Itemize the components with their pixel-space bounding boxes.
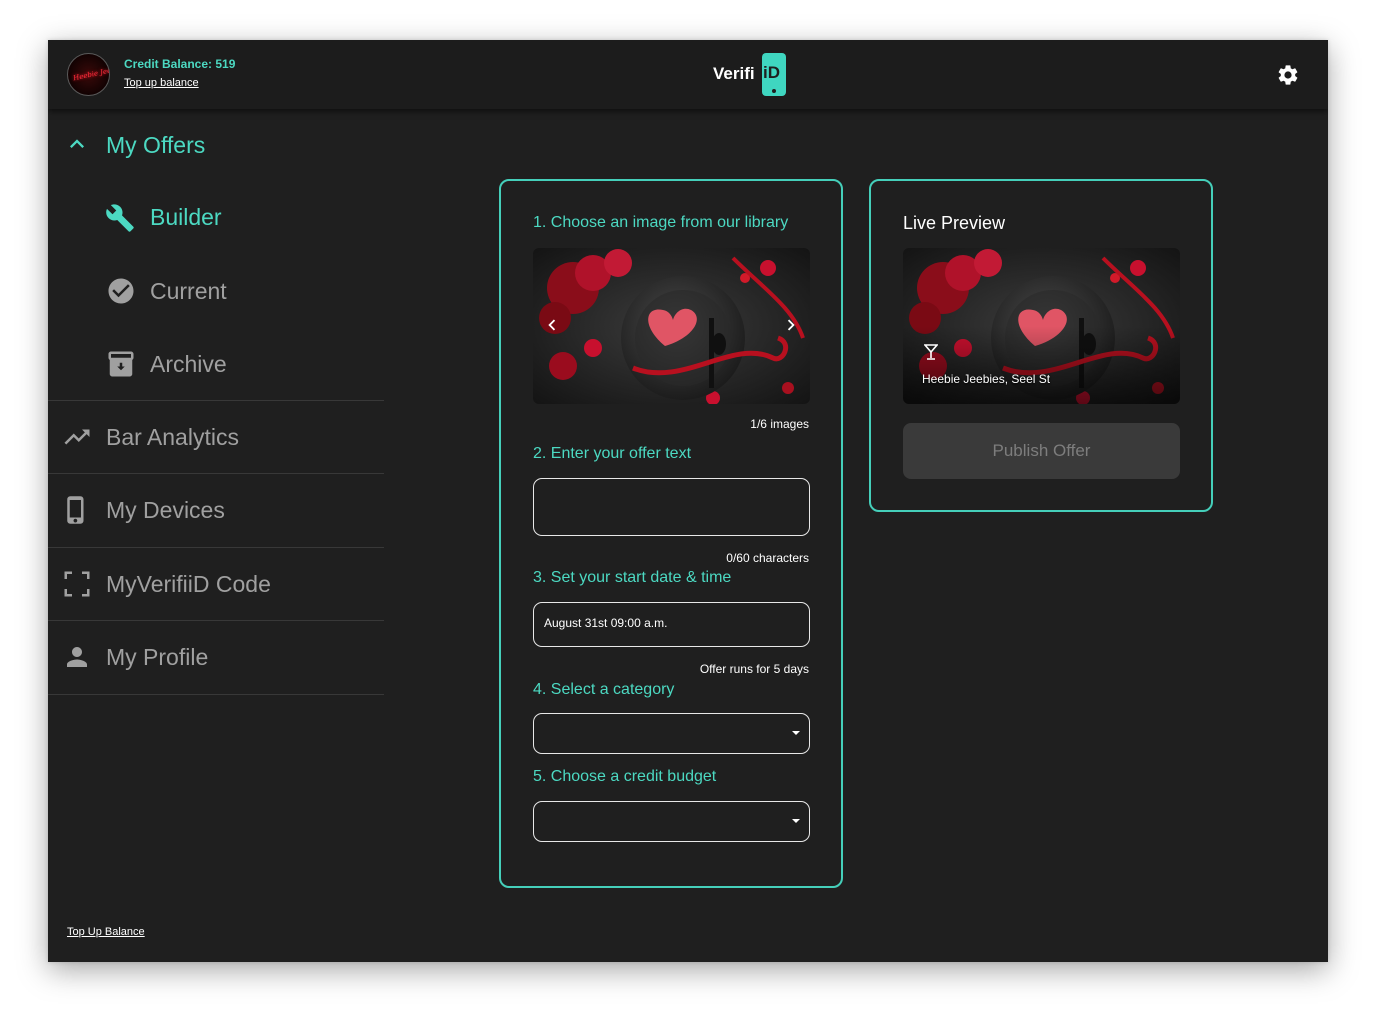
scan-frame-icon [64,571,90,597]
top-bar: Heebie Jeebies Credit Balance: 519 Top u… [48,40,1328,109]
sidebar-item-label: Bar Analytics [106,424,239,450]
check-circle-icon [108,278,134,304]
live-preview-card: Live Preview Heebie Jeebies, Seel St Pub… [869,179,1213,512]
sidebar-item-current[interactable]: Current [48,255,384,328]
chevron-left-icon[interactable] [541,312,563,338]
credit-balance: Credit Balance: 519 [124,57,236,71]
app-window: Heebie Jeebies Credit Balance: 519 Top u… [48,40,1328,962]
sidebar-item-bar-analytics[interactable]: Bar Analytics [48,401,384,473]
live-preview-title: Live Preview [903,213,1006,233]
start-date-value: August 31st 09:00 a.m. [544,616,668,630]
step-1-label: 1. Choose an image from our library [533,214,789,231]
sidebar-item-label: Archive [150,351,227,377]
image-count: 1/6 images [750,417,809,431]
sidebar-item-verifiid-code[interactable]: MyVerifiiD Code [48,548,384,620]
top-up-balance-link[interactable]: Top up balance [124,77,199,89]
preview-image: Heebie Jeebies, Seel St [903,248,1180,404]
sidebar-item-my-offers[interactable]: My Offers [48,109,384,181]
sidebar-item-label: Current [150,278,227,304]
chevron-right-icon[interactable] [780,312,802,338]
cocktail-icon [924,344,938,360]
sidebar-item-label: Builder [150,204,222,230]
sidebar-item-label: My Profile [106,644,209,670]
offer-builder-card: 1. Choose an image from our library 1/6 … [499,179,843,888]
archive-box-icon [108,351,134,377]
chevron-up-icon [70,139,84,148]
step-2-label: 2. Enter your offer text [533,445,692,462]
publish-offer-button[interactable]: Publish Offer [903,423,1180,479]
dropdown-caret-icon [792,819,800,823]
start-date-input[interactable]: August 31st 09:00 a.m. [533,602,810,647]
library-image-carousel[interactable] [533,248,810,404]
person-icon [67,647,87,667]
trending-up-icon [64,429,90,445]
preview-venue-caption: Heebie Jeebies, Seel St [922,372,1051,386]
avatar[interactable]: Heebie Jeebies [67,53,110,96]
sidebar-item-my-profile[interactable]: My Profile [48,621,384,694]
sidebar-item-label: MyVerifiiD Code [106,571,271,597]
sidebar-item-label: My Offers [106,132,206,158]
wrench-icon [106,204,134,232]
logo-phone-icon: iD [762,53,786,96]
divider [48,694,384,695]
sidebar-item-archive[interactable]: Archive [48,328,384,400]
step-5-label: 5. Choose a credit budget [533,768,717,785]
sidebar-item-label: My Devices [106,497,225,523]
offer-duration-note: Offer runs for 5 days [699,662,809,676]
dropdown-caret-icon [792,731,800,735]
offer-text-input[interactable] [533,478,810,536]
bottom-top-up-link[interactable]: Top Up Balance [67,926,145,938]
phone-icon [67,496,84,524]
category-select[interactable] [533,713,810,754]
credit-budget-select[interactable] [533,801,810,842]
sidebar: My Offers Builder Current Archive Bar An… [48,109,384,962]
step-4-label: 4. Select a category [533,681,675,698]
step-3-label: 3. Set your start date & time [533,569,732,586]
sidebar-item-builder[interactable]: Builder [48,181,384,255]
avatar-logo-text: Heebie Jeebies [72,63,110,83]
valentine-dinner-image [533,248,810,404]
sidebar-item-my-devices[interactable]: My Devices [48,474,384,547]
logo-badge: iD [763,63,780,82]
character-count: 0/60 characters [726,551,809,565]
gear-icon[interactable] [1276,63,1300,87]
logo-text: Verifi [713,64,755,83]
